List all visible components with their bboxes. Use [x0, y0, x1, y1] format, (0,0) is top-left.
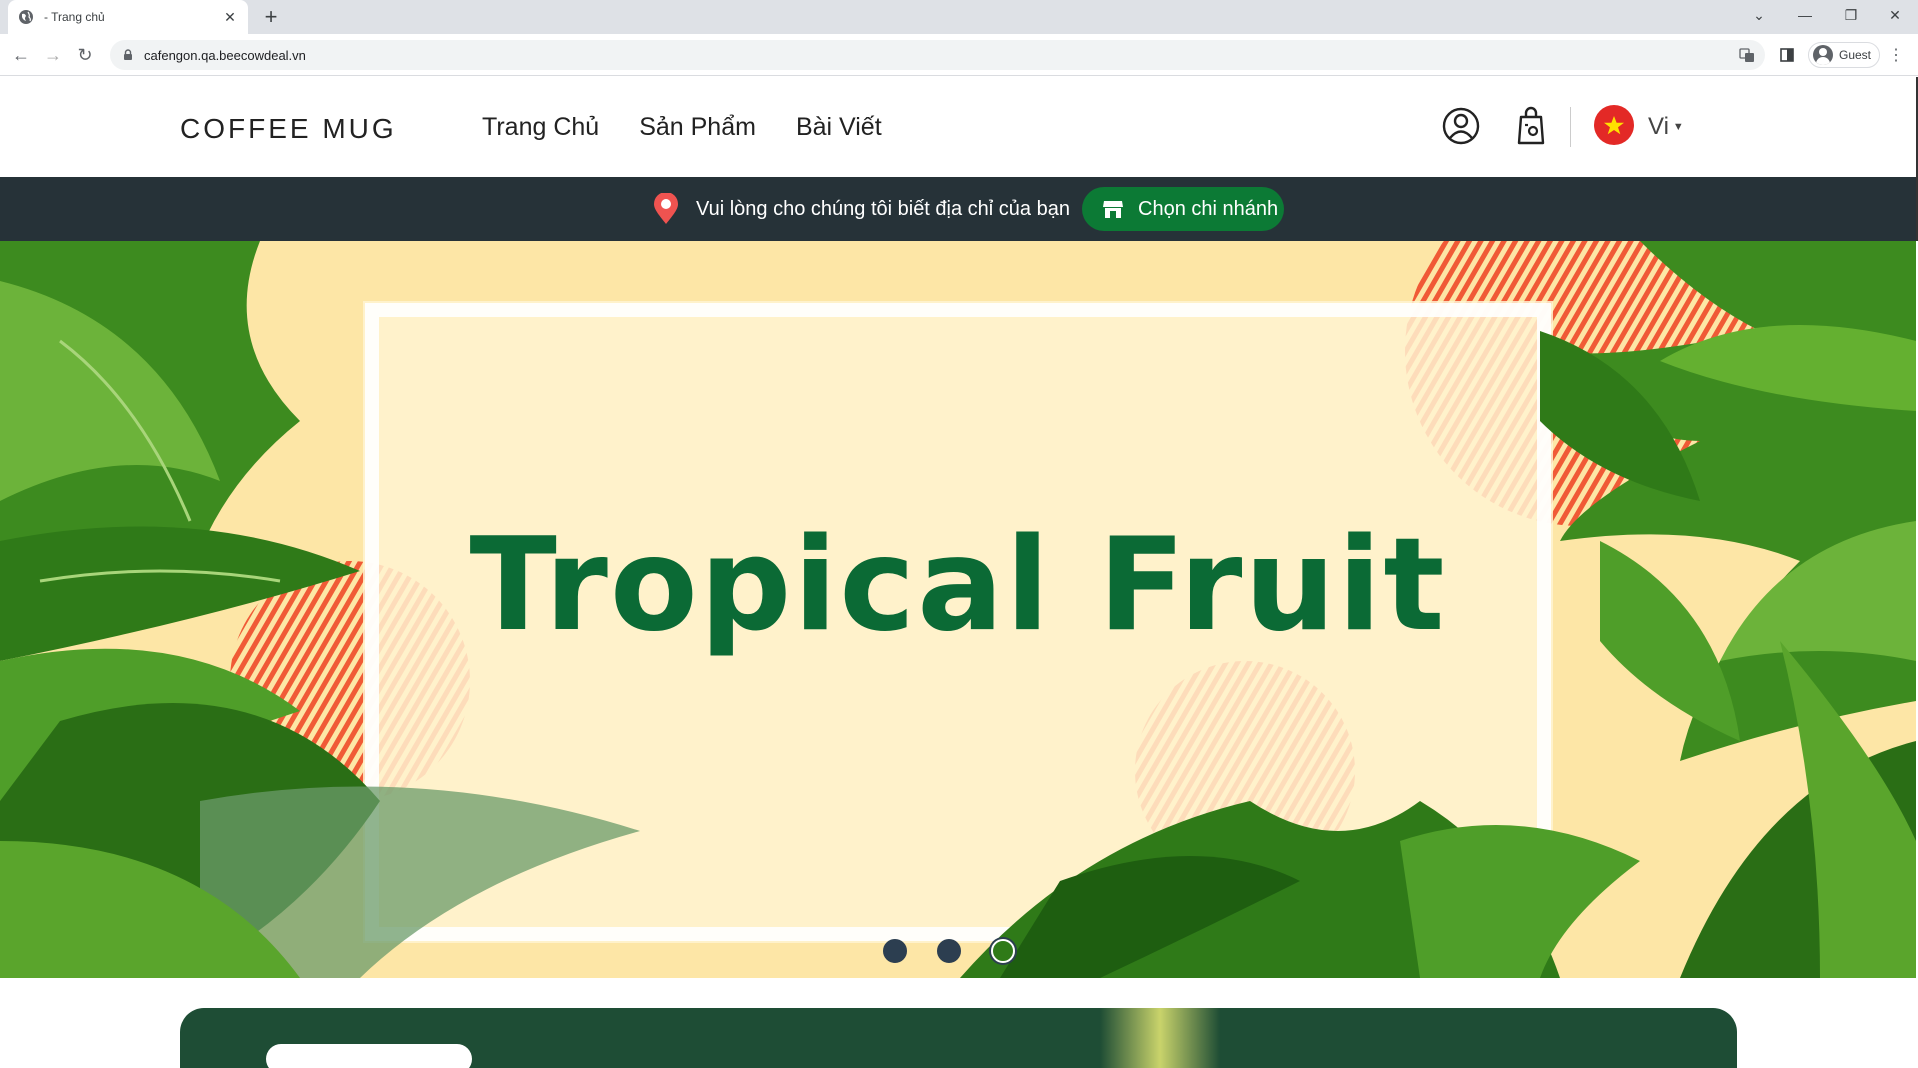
- logo-text: COFFEE MUG: [180, 113, 397, 144]
- new-tab-button[interactable]: +: [258, 4, 284, 30]
- tab-close-icon[interactable]: ✕: [222, 9, 238, 26]
- tab-search-icon[interactable]: ⌄: [1736, 0, 1782, 30]
- main-nav: Trang Chủ Sản Phẩm Bài Viết: [482, 113, 882, 142]
- language-label: Vi: [1648, 113, 1669, 140]
- translate-icon[interactable]: [1736, 42, 1758, 68]
- choose-branch-button[interactable]: Chọn chi nhánh: [1082, 187, 1284, 231]
- minimize-button[interactable]: —: [1782, 0, 1828, 30]
- site-logo[interactable]: COFFEE MUG: [180, 113, 397, 145]
- profile-avatar-icon: [1813, 45, 1833, 65]
- restore-button[interactable]: ❐: [1828, 0, 1874, 30]
- header-divider: [1570, 107, 1571, 147]
- browser-tab-bar: - Trang chủ ✕ + ⌄ — ❐ ✕: [0, 0, 1918, 34]
- vietnam-flag-icon[interactable]: [1594, 105, 1634, 145]
- slider-dot-3[interactable]: [991, 939, 1015, 963]
- browser-tab[interactable]: - Trang chủ ✕: [8, 0, 248, 34]
- reload-icon[interactable]: ↻: [72, 42, 98, 68]
- browser-toolbar: ← → ↻ cafengon.qa.beecowdeal.vn Guest ⋮: [0, 34, 1918, 76]
- slider-dots: [883, 939, 1015, 963]
- tab-title: - Trang chủ: [44, 10, 105, 24]
- location-bar: Vui lòng cho chúng tôi biết địa chỉ của …: [0, 177, 1918, 241]
- globe-icon: [19, 10, 33, 24]
- user-circle-icon[interactable]: [1441, 105, 1481, 147]
- promo-card-pill[interactable]: [266, 1044, 472, 1068]
- location-message: Vui lòng cho chúng tôi biết địa chỉ của …: [696, 198, 1070, 220]
- lock-icon: [124, 49, 132, 60]
- slider-dot-1[interactable]: [883, 939, 907, 963]
- back-arrow-icon[interactable]: ←: [8, 42, 34, 68]
- close-window-button[interactable]: ✕: [1872, 0, 1918, 30]
- promo-card-glow: [1100, 1008, 1220, 1068]
- language-selector[interactable]: Vi ▼: [1648, 113, 1684, 141]
- choose-branch-label: Chọn chi nhánh: [1138, 197, 1279, 220]
- side-panel-icon[interactable]: [1776, 42, 1798, 68]
- store-icon: [1103, 201, 1123, 218]
- hero-title: Tropical Fruit: [469, 511, 1447, 660]
- nav-products-link[interactable]: Sản Phẩm: [639, 113, 756, 142]
- url-text: cafengon.qa.beecowdeal.vn: [144, 47, 306, 63]
- forward-arrow-icon[interactable]: →: [40, 42, 66, 68]
- shopping-bag-icon[interactable]: [1511, 105, 1551, 147]
- hero-banner[interactable]: Tropical Fruit: [0, 241, 1916, 978]
- kebab-menu-icon[interactable]: ⋮: [1886, 42, 1906, 68]
- location-pin-icon: [654, 193, 678, 224]
- profile-chip[interactable]: Guest: [1808, 42, 1880, 68]
- site-header: COFFEE MUG Trang Chủ Sản Phẩm Bài Viết V…: [0, 77, 1918, 177]
- nav-home-link[interactable]: Trang Chủ: [482, 113, 599, 142]
- address-bar[interactable]: cafengon.qa.beecowdeal.vn: [110, 40, 1765, 70]
- nav-articles-link[interactable]: Bài Viết: [796, 113, 882, 142]
- promo-card: [180, 1008, 1737, 1068]
- caret-down-icon: ▼: [1672, 121, 1684, 133]
- slider-dot-2[interactable]: [937, 939, 961, 963]
- profile-label: Guest: [1839, 48, 1872, 62]
